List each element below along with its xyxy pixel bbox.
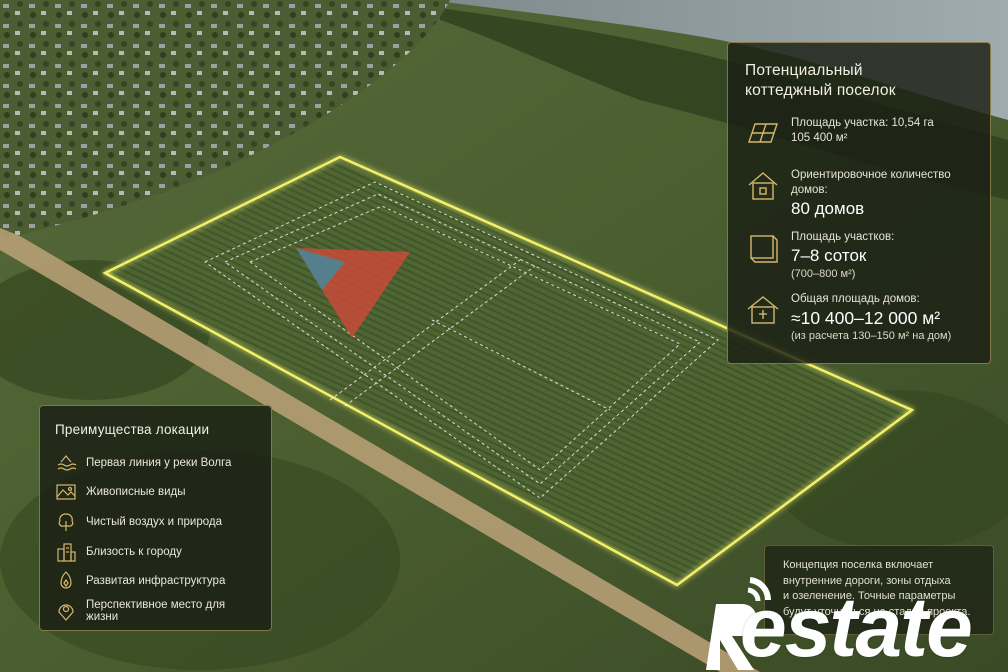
advantage-label: Перспективное место для жизни <box>86 598 226 623</box>
advantage-label: Живописные виды <box>86 486 186 499</box>
advantage-label: Первая линия у реки Волга <box>86 456 232 469</box>
advantage-label: Развитая инфраструктура <box>86 575 226 588</box>
stat-houses-value: 80 домов <box>791 199 865 218</box>
info-panel: Потенциальный коттеджный поселок Площадь… <box>727 42 991 364</box>
stat-floor-area-value: ≈10 400–12 000 м² <box>791 308 941 328</box>
city-icon <box>55 541 77 563</box>
info-panel-title-line-1: Потенциальный <box>745 62 863 79</box>
plot-area-icon <box>745 116 785 152</box>
landscape-icon <box>55 481 77 503</box>
floor-area-icon <box>745 292 785 328</box>
stat-plot-area-value: 105 400 м² <box>791 132 848 144</box>
advantage-item: Первая линия у реки Волга <box>55 448 259 478</box>
advantages-panel: Преимущества локации Первая линия у реки… <box>39 405 272 631</box>
advantage-label: Чистый воздух и природа <box>86 515 222 528</box>
advantage-item: Чистый воздух и природа <box>55 507 259 537</box>
stat-floor-area-note: (из расчета 130–150 м² на дом) <box>791 330 952 342</box>
advantage-item: Живописные виды <box>55 478 259 508</box>
advantage-item: Перспективное место для жизни <box>55 596 259 626</box>
info-panel-title: Потенциальный коттеджный поселок <box>745 61 976 101</box>
restate-watermark-logo: estate <box>700 560 1008 672</box>
stat-houses-count: Ориентировочное количество домов: 80 дом… <box>745 168 976 220</box>
stat-houses-label: Ориентировочное количество домов: <box>791 169 951 196</box>
stat-plot-area: Площадь участка: 10,54 га 105 400 м² <box>745 116 976 152</box>
advantages-title: Преимущества локации <box>55 422 210 437</box>
location-icon <box>55 600 77 622</box>
advantage-item: Близость к городу <box>55 537 259 567</box>
stat-floor-area: Общая площадь домов: ≈10 400–12 000 м² (… <box>745 292 976 344</box>
infrastructure-icon <box>55 570 77 592</box>
advantage-item: Развитая инфраструктура <box>55 566 259 596</box>
info-panel-title-line-2: коттеджный поселок <box>745 82 896 99</box>
stat-plot-size-label: Площадь участков: <box>791 231 895 243</box>
land-plot-icon <box>745 230 785 266</box>
stat-floor-area-label: Общая площадь домов: <box>791 293 920 305</box>
stat-plot-size-note: (700–800 м²) <box>791 268 856 280</box>
stat-plot-area-label: Площадь участка: 10,54 га <box>791 117 934 129</box>
house-icon <box>745 168 785 204</box>
river-icon <box>55 452 77 474</box>
watermark-text: estate <box>740 580 973 672</box>
stat-plot-size-value: 7–8 соток <box>791 246 867 265</box>
advantage-label: Близость к городу <box>86 545 182 558</box>
stat-plot-size: Площадь участков: 7–8 соток (700–800 м²) <box>745 230 976 282</box>
tree-icon <box>55 511 77 533</box>
